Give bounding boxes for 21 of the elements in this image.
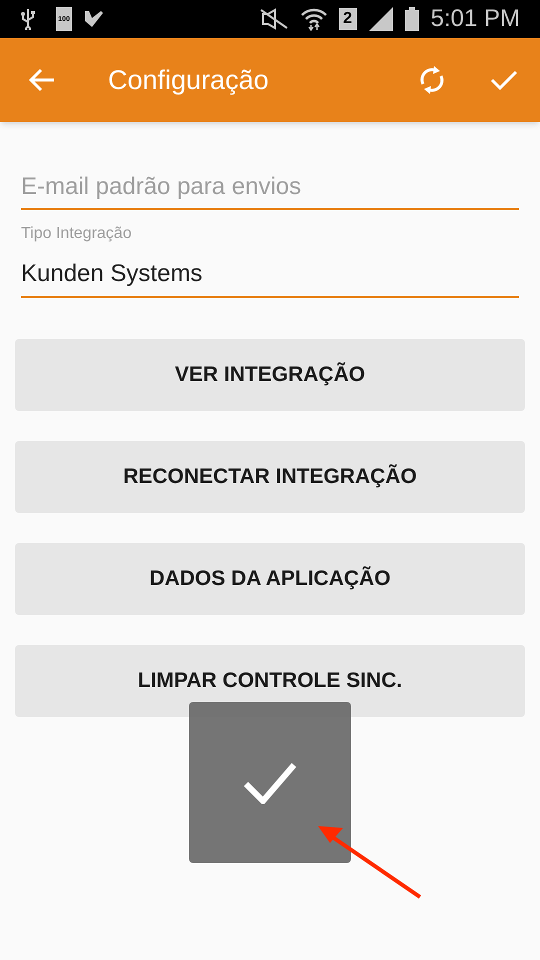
mute-icon	[258, 8, 289, 30]
action-button[interactable]: RECONECTAR INTEGRAÇÃO	[15, 441, 525, 513]
wifi-icon	[300, 7, 327, 31]
action-button[interactable]: LIMPAR CONTROLE SINC.	[15, 645, 525, 717]
checkmark-icon	[84, 10, 104, 28]
sim-badge: 2	[338, 8, 357, 30]
field-label: Tipo Integração	[21, 224, 133, 244]
back-arrow-icon	[29, 68, 55, 92]
sync-icon	[419, 64, 445, 96]
email-field[interactable]: E-mail padrão para envios	[21, 166, 519, 210]
usb-icon	[20, 8, 36, 30]
battery-full-icon	[404, 7, 419, 31]
field-value: Kunden Systems	[21, 259, 204, 289]
check-icon	[243, 762, 297, 804]
check-icon	[490, 69, 518, 91]
signal-icon	[368, 7, 393, 31]
action-button[interactable]: VER INTEGRAÇÃO	[15, 339, 525, 411]
app-title: Configuração	[108, 64, 270, 97]
clock-time: 5:01 PM	[430, 4, 520, 34]
integration-type-field[interactable]: Tipo Integração Kunden Systems	[21, 222, 519, 298]
action-button[interactable]: DADOS DA APLICAÇÃO	[15, 543, 525, 615]
